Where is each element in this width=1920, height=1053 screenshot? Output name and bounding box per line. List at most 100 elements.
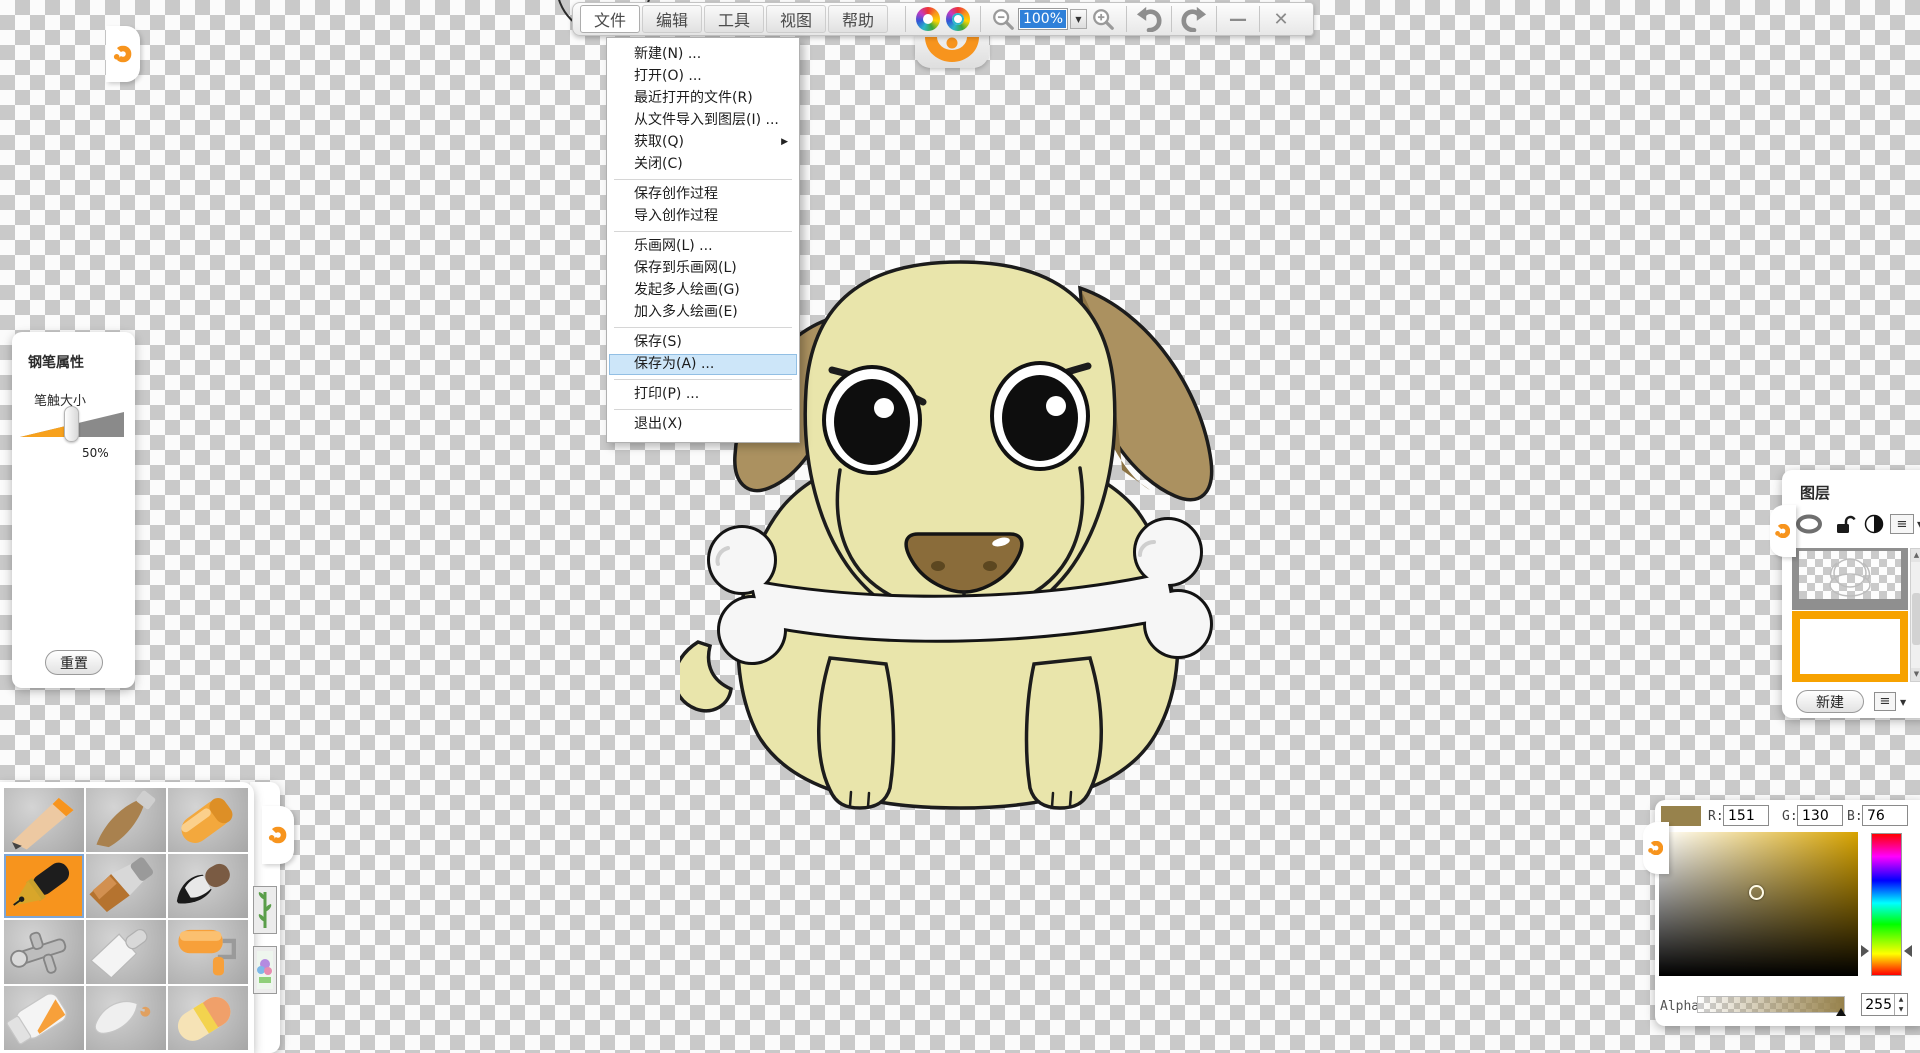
menu-item-join-multiplayer[interactable]: 加入多人绘画(E) — [609, 302, 797, 323]
tool-pencil[interactable] — [4, 788, 84, 852]
layer-list-scrollbar[interactable]: ▲ ▼ — [1910, 548, 1920, 682]
layer-lock-button[interactable] — [1834, 514, 1856, 540]
toolbar-separator — [1126, 6, 1127, 32]
tool-eraser[interactable] — [168, 986, 248, 1050]
hue-marker-right[interactable] — [1904, 945, 1912, 957]
toolbar-separator — [905, 6, 906, 32]
tool-paint-roller[interactable] — [168, 920, 248, 984]
paint-roller-icon — [168, 920, 248, 984]
color-panel-handle[interactable] — [1643, 822, 1669, 874]
menu-item-import-process[interactable]: 导入创作过程 — [609, 206, 797, 227]
menu-tab-edit[interactable]: 编辑 — [642, 5, 702, 33]
alpha-spinner[interactable]: ▲ ▼ — [1894, 994, 1907, 1015]
layer-visibility-button[interactable] — [1794, 514, 1824, 538]
layer-list — [1792, 548, 1908, 682]
tool-palette-knife[interactable] — [86, 920, 166, 984]
scrollbar-thumb[interactable] — [1912, 593, 1920, 645]
brush-size-slider-handle[interactable] — [64, 406, 79, 442]
menu-item-new[interactable]: 新建(N) ... — [609, 44, 797, 65]
menu-item-save-to-lehua[interactable]: 保存到乐画网(L) — [609, 258, 797, 279]
menu-tab-help[interactable]: 帮助 — [828, 5, 888, 33]
panel-handle-icon — [115, 46, 132, 63]
hue-bar[interactable] — [1871, 833, 1902, 976]
minimize-button[interactable]: — — [1224, 5, 1252, 33]
layer-item-sketch[interactable] — [1792, 548, 1908, 610]
tool-paint-tube[interactable] — [4, 986, 84, 1050]
brush-size-slider[interactable] — [18, 406, 128, 446]
menu-item-close-file[interactable]: 关闭(C) — [609, 154, 797, 175]
panel-handle-icon — [270, 827, 287, 844]
menu-item-save[interactable]: 保存(S) — [609, 332, 797, 353]
menu-item-save-as[interactable]: 保存为(A) ... — [609, 354, 797, 375]
app-window: { "menubar": { "items": [ { "label": "文件… — [0, 0, 1920, 1053]
zoom-dropdown-button[interactable]: ▼ — [1070, 9, 1087, 29]
scroll-down-icon[interactable]: ▼ — [1911, 668, 1920, 681]
g-value-input[interactable] — [1797, 805, 1843, 826]
menu-tab-tools[interactable]: 工具 — [704, 5, 764, 33]
half-circle-icon — [1864, 514, 1884, 534]
menu-item-open[interactable]: 打开(O) ... — [609, 66, 797, 87]
spinner-down-icon[interactable]: ▼ — [1899, 1006, 1904, 1013]
tool-crayon[interactable] — [168, 788, 248, 852]
layers-bottom-menu-arrow[interactable]: ▼ — [1900, 698, 1906, 707]
zoom-in-icon — [1091, 7, 1115, 31]
lehua-logo-icon[interactable] — [916, 7, 940, 31]
lehua-community-icon[interactable] — [946, 7, 970, 31]
visibility-oval-icon — [1794, 514, 1824, 534]
menu-item-recent-files[interactable]: 最近打开的文件(R) — [609, 88, 797, 109]
hue-marker-left[interactable] — [1861, 945, 1869, 957]
flower-pattern-button[interactable] — [253, 946, 277, 994]
alpha-slider[interactable] — [1697, 996, 1845, 1013]
menu-item-lehua-net[interactable]: 乐画网(L) ... — [609, 236, 797, 257]
menu-item-start-multiplayer[interactable]: 发起多人绘画(G) — [609, 280, 797, 301]
menu-tab-view[interactable]: 视图 — [766, 5, 826, 33]
tool-flat-brush[interactable] — [86, 854, 166, 918]
unlock-icon — [1834, 514, 1856, 536]
alpha-value-input[interactable] — [1862, 994, 1894, 1015]
menu-item-print[interactable]: 打印(P) ... — [609, 384, 797, 405]
tool-airbrush[interactable] — [4, 920, 84, 984]
close-button[interactable]: ✕ — [1267, 5, 1295, 33]
r-value-input[interactable] — [1723, 805, 1769, 826]
alpha-label: Alpha — [1660, 999, 1699, 1014]
toolbar-separator — [980, 6, 981, 32]
menu-item-save-process[interactable]: 保存创作过程 — [609, 184, 797, 205]
pen-properties-panel: 钢笔属性 笔触大小 50% 重置 — [12, 332, 135, 688]
layers-panel-handle[interactable] — [1770, 505, 1796, 557]
layer-item-background-selected[interactable] — [1792, 611, 1908, 682]
layer-menu-button[interactable]: ≡ — [1890, 514, 1914, 534]
layers-bottom-menu-button[interactable]: ≡ — [1874, 692, 1896, 711]
layers-panel: 图层 ≡ ▼ — [1782, 470, 1920, 718]
tool-drop-pen[interactable] — [86, 986, 166, 1050]
menu-item-acquire[interactable]: 获取(Q)▶ — [609, 132, 797, 153]
panel-handle-icon — [1649, 841, 1663, 855]
undo-button[interactable] — [1134, 5, 1164, 33]
tool-brush[interactable] — [86, 788, 166, 852]
color-picker-cursor[interactable] — [1749, 885, 1764, 900]
menu-item-exit[interactable]: 退出(X) — [609, 414, 797, 435]
reset-button[interactable]: 重置 — [45, 650, 103, 675]
new-layer-button[interactable]: 新建 — [1796, 690, 1864, 713]
redo-button[interactable] — [1179, 5, 1209, 33]
layer-blend-button[interactable] — [1864, 514, 1884, 538]
flat-brush-icon — [86, 854, 166, 918]
menu-item-import-to-layer[interactable]: 从文件导入到图层(I) ... — [609, 110, 797, 131]
bamboo-pattern-button[interactable] — [253, 886, 277, 934]
menu-tab-file[interactable]: 文件 — [580, 5, 640, 33]
b-value-input[interactable] — [1862, 805, 1908, 826]
tool-pen[interactable] — [4, 854, 84, 918]
zoom-out-button[interactable] — [988, 5, 1018, 33]
alpha-slider-marker[interactable] — [1836, 1008, 1846, 1016]
spinner-up-icon[interactable]: ▲ — [1899, 996, 1904, 1003]
pen-panel-handle[interactable] — [106, 26, 140, 82]
zoom-out-icon — [991, 7, 1015, 31]
scroll-up-icon[interactable]: ▲ — [1911, 549, 1920, 562]
tool-ink-brush[interactable] — [168, 854, 248, 918]
saturation-value-picker[interactable] — [1659, 832, 1858, 976]
panel-handle-icon — [1776, 524, 1790, 538]
tool-palette-handle[interactable] — [262, 806, 294, 864]
zoom-in-button[interactable] — [1087, 5, 1119, 33]
r-label: R: — [1708, 809, 1724, 824]
zoom-level-input[interactable]: 100% — [1018, 8, 1068, 30]
paint-tube-icon — [4, 986, 84, 1050]
